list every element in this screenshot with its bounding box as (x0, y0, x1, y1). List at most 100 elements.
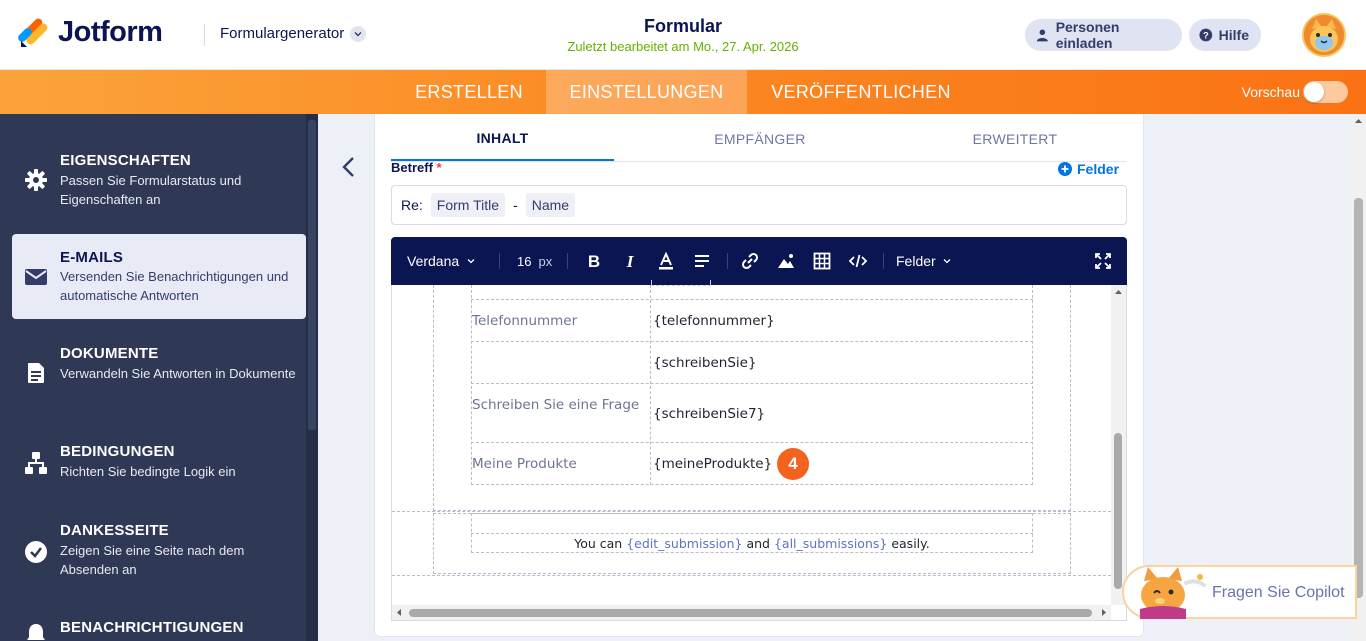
sidebar-item-desc: Passen Sie Formularstatus und Eigenschaf… (60, 173, 242, 207)
page-scroll-thumb[interactable] (1354, 198, 1363, 598)
italic-icon[interactable]: I (620, 251, 640, 271)
editor-vertical-thumb[interactable] (1114, 433, 1122, 589)
align-icon[interactable] (692, 251, 712, 271)
help-button[interactable]: ? Hilfe (1189, 19, 1261, 51)
person-icon (1036, 29, 1048, 42)
font-size-input[interactable]: 16 px (517, 237, 552, 285)
sidebar-item-thankyou[interactable]: DANKESSEITE Zeigen Sie eine Seite nach d… (12, 506, 306, 598)
step-badge: 4 (777, 448, 809, 480)
toolbar-separator (567, 253, 568, 269)
check-circle-icon (25, 541, 47, 563)
subject-label-text: Betreff (391, 160, 433, 175)
subject-tag[interactable]: Name (525, 193, 576, 217)
sidebar-item-title: DANKESSEITE (60, 522, 169, 539)
code-icon[interactable] (848, 251, 868, 271)
footer-text-pre: You can (574, 536, 623, 551)
editor-toolbar: Verdana 16 px B I Felder (391, 237, 1127, 285)
chevron-down-icon (943, 259, 951, 264)
sidebar-item-desc: Verwandeln Sie Antworten in Dokumente (60, 366, 296, 381)
sidebar-item-title: EIGENSCHAFTEN (60, 152, 191, 169)
sidebar-item-desc: Richten Sie bedingte Logik ein (60, 464, 236, 479)
tab-advanced[interactable]: ERWEITERT (900, 116, 1130, 162)
sidebar-item-properties[interactable]: EIGENSCHAFTEN Passen Sie Formularstatus … (12, 134, 306, 226)
field-label: Telefonnummer (472, 313, 578, 329)
nav-tab-create[interactable]: ERSTELLEN (394, 70, 544, 114)
invite-people-button[interactable]: Personen einladen (1025, 19, 1182, 51)
toolbar-separator (727, 253, 728, 269)
toolbar-separator (883, 253, 884, 269)
copilot-cat-icon (1140, 567, 1206, 619)
table-column-divider (650, 285, 651, 485)
sidebar-item-notifications[interactable]: BENACHRICHTIGUNGEN (12, 606, 306, 641)
sidebar-item-conditions[interactable]: BEDINGUNGEN Richten Sie bedingte Logik e… (12, 427, 306, 499)
sidebar-scroll-thumb[interactable] (308, 120, 316, 430)
toggle-knob (1304, 82, 1324, 102)
bold-icon[interactable]: B (584, 251, 604, 271)
invite-label: Personen einladen (1055, 19, 1120, 51)
font-family-value: Verdana (407, 253, 460, 269)
preview-toggle[interactable] (1303, 81, 1348, 103)
required-mark: * (436, 160, 442, 175)
image-icon[interactable] (776, 251, 796, 271)
tab-divider (391, 161, 1127, 162)
table-row-divider (471, 341, 1033, 342)
plus-circle-icon (1058, 162, 1072, 176)
font-size-value: 16 (517, 253, 532, 269)
footer-text: You can {edit_submission} and {all_submi… (471, 536, 1033, 551)
back-button[interactable] (336, 152, 362, 182)
scroll-left-arrow-icon[interactable] (392, 605, 407, 620)
insert-fields-dropdown[interactable]: Felder (896, 237, 953, 285)
scroll-right-arrow-icon[interactable] (1096, 605, 1111, 620)
fullscreen-icon[interactable] (1093, 251, 1113, 271)
tab-recipients[interactable]: EMPFÄNGER (640, 116, 880, 162)
svg-text:B: B (588, 252, 600, 271)
sidebar-item-desc: Zeigen Sie eine Seite nach dem Absenden … (60, 543, 245, 577)
table-row-divider (471, 442, 1033, 443)
hierarchy-icon (25, 452, 47, 474)
sidebar-item-documents[interactable]: DOKUMENTE Verwandeln Sie Antworten in Do… (12, 327, 306, 419)
field-variable: {schreibenSie7} (653, 406, 766, 422)
subject-prefix: Re: (401, 197, 423, 213)
tab-content[interactable]: INHALT (391, 116, 614, 162)
field-variable: {telefonnummer} (653, 313, 775, 329)
footer-text-mid: and (746, 536, 770, 551)
editor-horizontal-thumb[interactable] (409, 609, 1092, 617)
link-icon[interactable] (740, 251, 760, 271)
main-nav-bar: ERSTELLEN EINSTELLUNGEN VERÖFFENTLICHEN … (0, 70, 1366, 114)
nav-tab-settings[interactable]: EINSTELLUNGEN (546, 70, 747, 114)
nav-tab-publish[interactable]: VERÖFFENTLICHEN (748, 70, 974, 114)
table-row-divider (471, 299, 1033, 300)
table-icon[interactable] (812, 251, 832, 271)
document-icon (28, 363, 44, 383)
top-header: Jotform Formulargenerator Formular Zulet… (0, 0, 1366, 70)
font-family-select[interactable]: Verdana (407, 237, 477, 285)
clipped-cell-value (651, 280, 711, 286)
gear-icon (25, 169, 47, 191)
help-label: Hilfe (1218, 27, 1249, 43)
sidebar-item-desc: Versenden Sie Benachrichtigungen und aut… (60, 269, 289, 303)
subject-separator: - (513, 197, 518, 213)
scroll-up-arrow-icon[interactable] (1351, 114, 1366, 129)
envelope-icon (25, 268, 47, 285)
text-color-icon[interactable] (656, 251, 676, 271)
user-avatar[interactable] (1302, 13, 1346, 57)
chevron-down-icon (467, 259, 475, 264)
sidebar-item-title: DOKUMENTE (60, 345, 159, 362)
all-submissions-variable[interactable]: {all_submissions} (774, 536, 887, 551)
svg-text:?: ? (1203, 30, 1209, 40)
copilot-button[interactable]: Fragen Sie Copilot (1122, 565, 1357, 619)
subject-label: Betreff * (391, 160, 442, 175)
sidebar-item-title: BENACHRICHTIGUNGEN (60, 619, 244, 636)
subject-tag[interactable]: Form Title (430, 193, 506, 217)
field-label: Meine Produkte (472, 456, 577, 472)
font-size-unit: px (538, 253, 553, 269)
scroll-up-arrow-icon[interactable] (1111, 285, 1126, 300)
subject-input[interactable]: Re: Form Title - Name (391, 185, 1127, 225)
insert-fields-label: Felder (896, 253, 936, 269)
sidebar-item-title: BEDINGUNGEN (60, 443, 175, 460)
sidebar-item-emails[interactable]: E-MAILS Versenden Sie Benachrichtigungen… (12, 234, 306, 319)
footer-text-post: easily. (891, 536, 930, 551)
field-variable: {meineProdukte} (653, 456, 773, 472)
add-field-link[interactable]: Felder (1058, 161, 1119, 177)
edit-submission-variable[interactable]: {edit_submission} (626, 536, 742, 551)
